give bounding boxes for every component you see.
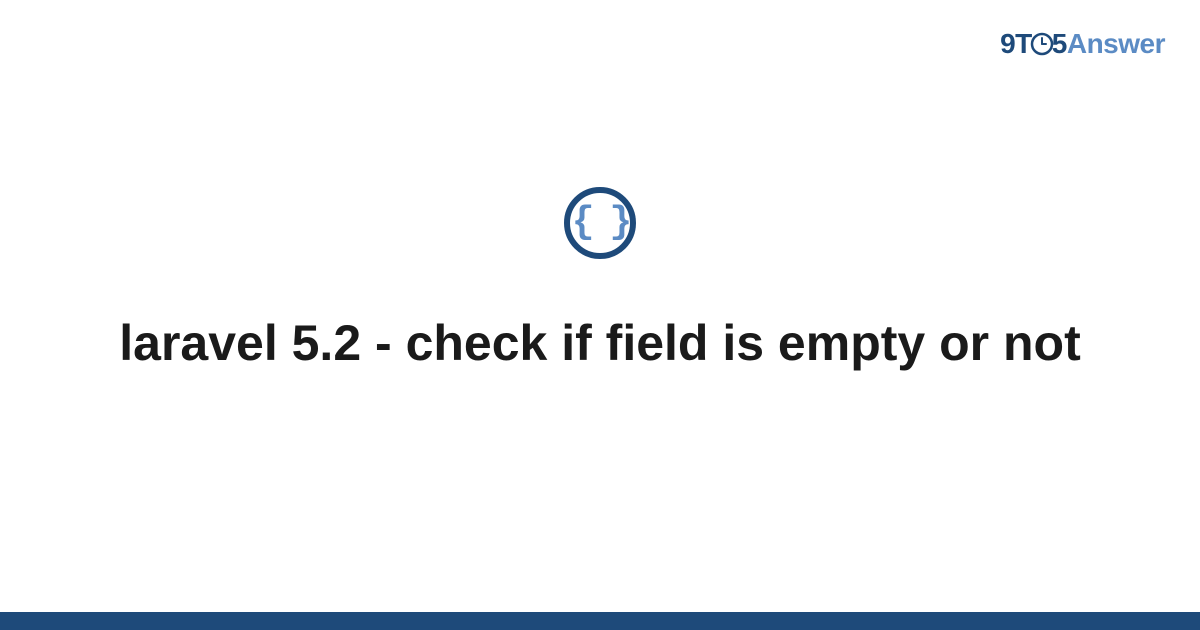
main-content: { } laravel 5.2 - check if field is empt… xyxy=(0,0,1200,630)
code-braces-icon: { } xyxy=(572,204,628,242)
topic-icon-container: { } xyxy=(564,187,636,259)
page-title: laravel 5.2 - check if field is empty or… xyxy=(119,311,1080,375)
footer-bar xyxy=(0,612,1200,630)
